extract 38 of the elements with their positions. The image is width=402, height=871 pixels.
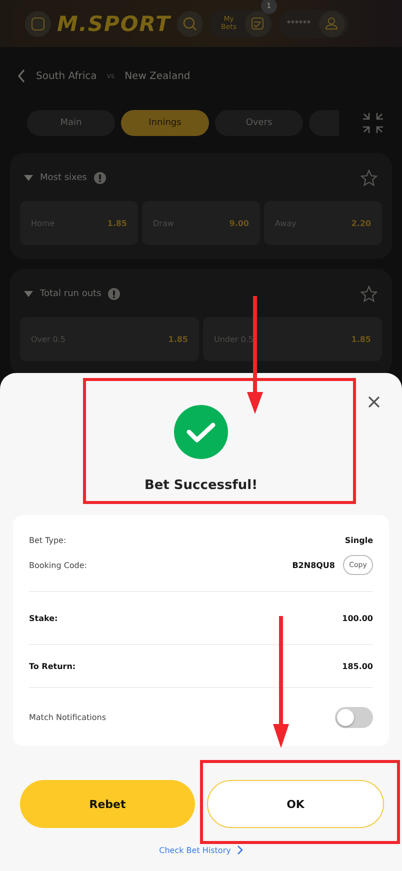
success-title: Bet Successful! <box>144 478 258 493</box>
detail-value: B2N8QU8 <box>292 560 335 570</box>
close-button[interactable] <box>366 394 382 410</box>
star-icon[interactable] <box>360 169 378 187</box>
betslip-icon <box>251 17 264 30</box>
account-button[interactable]: ****** <box>278 10 349 38</box>
info-icon[interactable] <box>108 288 120 300</box>
star-icon[interactable] <box>360 285 378 303</box>
rebet-button[interactable]: Rebet <box>20 780 195 828</box>
caret-icon[interactable] <box>24 175 33 181</box>
detail-label: Booking Code: <box>29 560 88 570</box>
collapse-icon[interactable] <box>362 112 384 134</box>
tab[interactable]: Main <box>27 110 115 136</box>
chevron-icon <box>236 845 243 855</box>
detail-value: Single <box>344 536 373 544</box>
user-icon <box>325 17 338 30</box>
check-icon <box>174 405 228 459</box>
back-icon[interactable] <box>17 69 26 83</box>
tab[interactable]: Overs <box>215 110 303 136</box>
return-value: 185.00 <box>342 662 373 670</box>
return-label: To Return: <box>29 662 77 670</box>
info-icon[interactable] <box>94 172 106 184</box>
notifications-toggle[interactable] <box>335 706 373 728</box>
market-title: Total run outs <box>40 289 102 299</box>
notifications-label: Match Notifications <box>29 712 108 722</box>
ok-button[interactable]: OK <box>207 780 384 828</box>
stake-label: Stake: <box>29 614 59 622</box>
home-team: South Africa <box>36 70 97 82</box>
search-icon[interactable] <box>176 10 203 36</box>
bet-history-link[interactable]: Check Bet History <box>159 845 243 855</box>
market-title: Most sixes <box>40 173 87 183</box>
detail-label: Bet Type: <box>29 536 68 544</box>
caret-icon[interactable] <box>24 291 33 297</box>
tab[interactable]: Innings <box>121 110 209 136</box>
away-team: New Zealand <box>124 70 190 82</box>
stake-value: 100.00 <box>342 614 373 622</box>
az-icon[interactable] <box>25 10 51 36</box>
logo: M.SPORT <box>57 12 171 36</box>
